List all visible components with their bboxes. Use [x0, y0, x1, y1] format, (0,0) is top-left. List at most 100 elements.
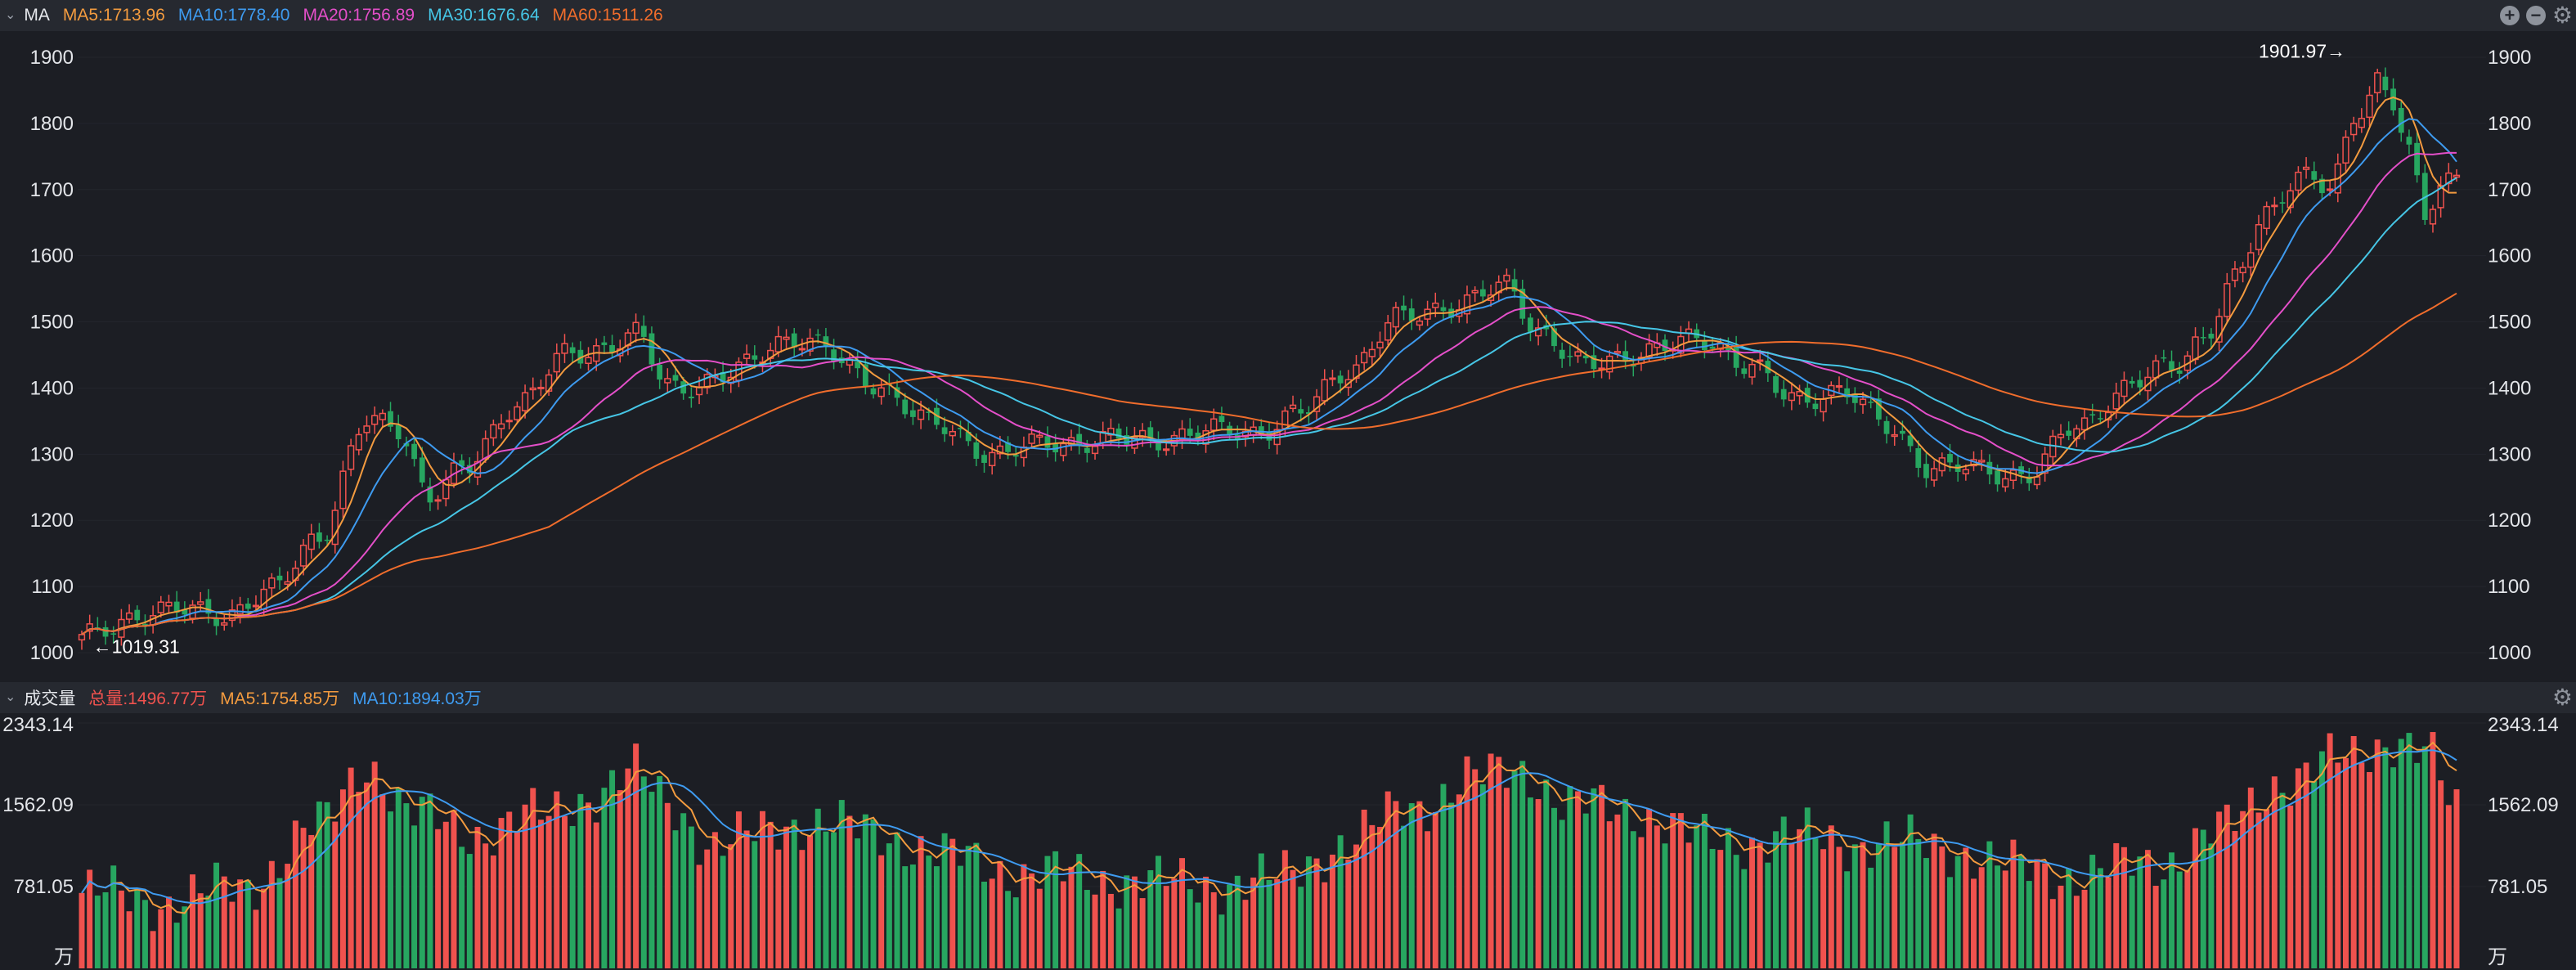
volume-bar: [158, 909, 164, 968]
volume-bar: [640, 776, 647, 968]
candle-body: [1812, 403, 1819, 410]
volume-bar: [150, 931, 156, 968]
volume-bar: [1946, 877, 1953, 968]
volume-bar: [1242, 900, 1249, 968]
candle-body: [1891, 433, 1898, 438]
candle-body: [2169, 361, 2174, 370]
add-icon[interactable]: +: [2499, 6, 2520, 25]
candle-body: [307, 533, 315, 550]
volume-bar: [268, 860, 275, 968]
volume-bar: [427, 793, 433, 968]
volume-bar: [229, 901, 236, 968]
volume-bar: [2247, 787, 2254, 968]
candle-body: [110, 633, 117, 635]
volume-bar: [1915, 838, 1922, 968]
candle-body: [2374, 72, 2381, 94]
volume-bar: [1456, 794, 1462, 968]
volume-bar: [1012, 897, 1019, 968]
volume-axis-tick-left: 1562.09: [2, 794, 74, 816]
candle-body: [537, 386, 545, 389]
volume-bar: [1677, 813, 1684, 968]
volume-axis-tick-left: 781.05: [14, 876, 74, 898]
low-annotation: ←1019.31: [93, 635, 180, 657]
volume-bar: [2232, 831, 2238, 968]
volume-unit-right: 万: [2488, 946, 2507, 968]
candle-body: [1528, 317, 1533, 332]
volume-bar: [688, 826, 694, 968]
minus-icon[interactable]: −: [2525, 6, 2546, 25]
candle-body: [324, 539, 330, 541]
collapse-chevron-icon[interactable]: ⌄: [5, 7, 16, 23]
price-axis-tick-right: 1900: [2488, 47, 2531, 69]
volume-bar: [1923, 858, 1929, 968]
collapse-chevron-icon[interactable]: ⌄: [5, 689, 16, 705]
candle-body: [363, 425, 370, 433]
volume-bar: [1559, 820, 1565, 968]
volume-bar: [182, 906, 188, 968]
candle-body: [989, 451, 996, 467]
candle-body: [1187, 429, 1193, 436]
volume-bar: [110, 865, 117, 968]
volume-bar: [379, 794, 386, 968]
candle-body: [2342, 137, 2349, 164]
candle-body: [221, 622, 228, 626]
volume-bar: [1654, 825, 1660, 968]
volume-bar: [1836, 847, 1842, 968]
candle-body: [497, 423, 505, 429]
gear-icon[interactable]: ⚙: [2552, 686, 2573, 709]
price-axis-tick-right: 1700: [2488, 179, 2531, 201]
candle-body: [1091, 446, 1099, 455]
candle-body: [2271, 204, 2278, 208]
volume-bar: [1765, 862, 1771, 968]
candle-body: [1028, 433, 1035, 444]
candle-body: [1036, 434, 1043, 438]
candle-body: [1337, 375, 1344, 384]
candle-body: [2137, 379, 2143, 388]
price-axis-tick-left: 1900: [30, 47, 74, 69]
candle-body: [1210, 418, 1218, 431]
candle-body: [1289, 404, 1297, 410]
candle-body: [78, 634, 86, 641]
volume-bar: [2129, 875, 2135, 968]
gear-icon[interactable]: ⚙: [2552, 4, 2573, 27]
candle-body: [2033, 476, 2041, 486]
volume-bar: [1868, 867, 1874, 968]
volume-bar: [514, 831, 520, 968]
volume-bar: [2327, 733, 2333, 968]
candlestick-chart[interactable]: 1900 1900 1800 1800 1700 1700 1600 1600 1500 1500…: [0, 31, 2576, 682]
volume-bar: [593, 822, 599, 968]
candle-body: [1788, 392, 1796, 402]
volume-bar: [648, 792, 655, 968]
volume-bar: [363, 782, 370, 968]
volume-bar-chart[interactable]: 2343.14 2343.14 1562.09 1562.09 781.05 781.05…: [0, 713, 2576, 970]
volume-bar: [657, 775, 663, 968]
candle-body: [2302, 166, 2310, 170]
volume-bar: [1353, 844, 1359, 968]
volume-bar: [1995, 865, 2001, 968]
candle-body: [2098, 418, 2103, 420]
volume-axis-tick-right: 2343.14: [2488, 714, 2559, 736]
volume-bar: [2287, 805, 2294, 968]
candle-body: [1773, 375, 1779, 393]
candle-body: [1559, 349, 1565, 359]
volume-bar: [2002, 870, 2008, 968]
volume-bar: [775, 849, 782, 968]
volume-bar: [2066, 868, 2072, 968]
volume-bar: [1606, 821, 1613, 968]
volume-bar: [855, 838, 861, 968]
volume-bar: [1195, 902, 1201, 968]
volume-bar: [205, 895, 212, 968]
volume-bar: [2335, 762, 2341, 968]
candle-body: [379, 412, 386, 420]
volume-bar: [2137, 856, 2143, 968]
volume-bar: [1076, 854, 1083, 968]
candle-body: [877, 387, 885, 397]
volume-bar: [1227, 884, 1233, 968]
volume-bar: [664, 802, 671, 968]
volume-bar: [680, 813, 687, 968]
volume-bar: [1599, 784, 1605, 968]
volume-bar: [1163, 886, 1169, 968]
volume-bar: [2113, 842, 2120, 968]
volume-bar: [767, 821, 774, 968]
volume-bar: [2058, 885, 2064, 968]
